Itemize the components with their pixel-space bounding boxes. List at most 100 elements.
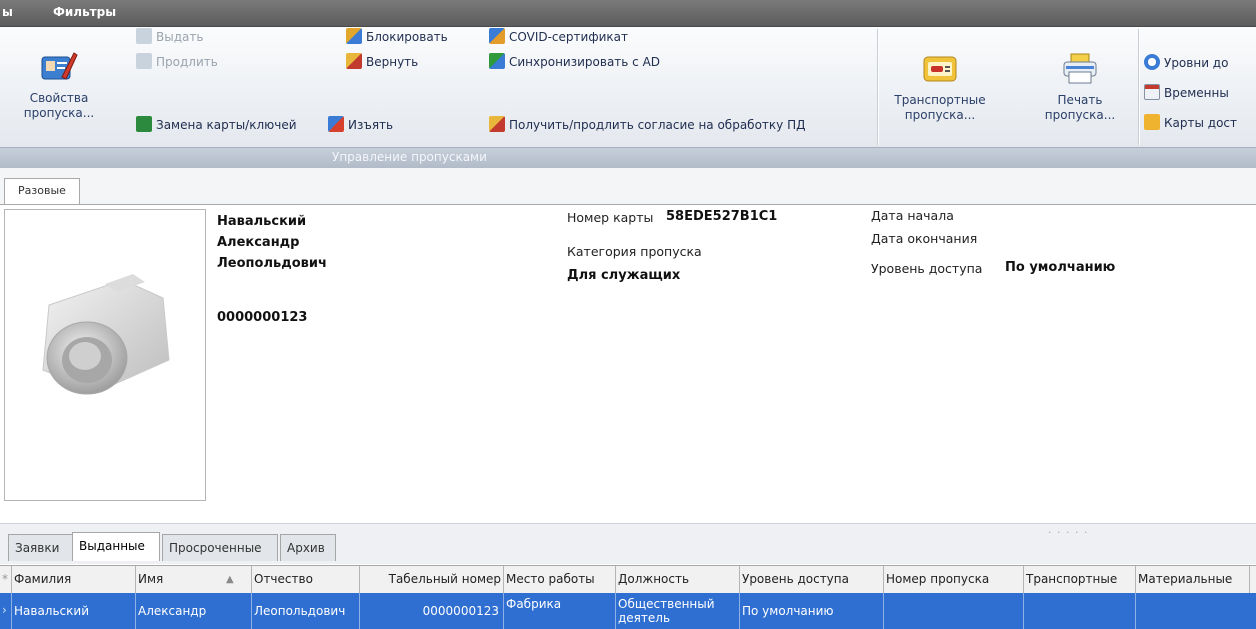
pass-type-tabs: Разовые	[0, 168, 1256, 205]
extend-button[interactable]: Продлить	[136, 52, 218, 72]
replace-card-button[interactable]: Замена карты/ключей	[136, 115, 297, 135]
tab-expired[interactable]: Просроченные	[162, 534, 278, 561]
menu-item-fragment[interactable]: ы	[2, 5, 13, 19]
extend-label: Продлить	[156, 55, 218, 69]
pass-properties-button[interactable]: Свойства пропуска...	[18, 49, 100, 121]
access-level-value: По умолчанию	[1005, 260, 1116, 275]
pass-category-label: Категория пропуска	[567, 244, 702, 259]
temporary-label: Временны	[1164, 86, 1229, 100]
start-date-label: Дата начала	[871, 208, 954, 223]
column-header-access-level[interactable]: Уровень доступа	[740, 566, 884, 593]
pass-category-value: Для служащих	[567, 268, 681, 283]
end-date-label: Дата окончания	[871, 231, 978, 246]
access-levels-button[interactable]: Уровни до	[1144, 53, 1228, 73]
ribbon-separator	[1138, 29, 1140, 145]
person-middle-name: Леопольдович	[217, 256, 327, 271]
cell-last-name[interactable]: Навальский	[12, 593, 136, 629]
new-row-marker-icon: *	[0, 566, 12, 593]
table-row[interactable]: › Навальский Александр Леопольдович 0000…	[0, 593, 1256, 629]
return-label: Вернуть	[366, 55, 419, 69]
block-icon	[346, 28, 362, 44]
consent-icon	[489, 116, 505, 132]
access-card-icon	[1144, 114, 1160, 130]
card-number-label: Номер карты	[567, 210, 654, 225]
menu-bar: ы Фильтры	[0, 0, 1256, 27]
cell-position[interactable]: Общественный деятель	[616, 593, 740, 629]
pass-properties-icon	[41, 52, 78, 80]
column-header-transport[interactable]: Транспортные	[1024, 566, 1136, 593]
access-levels-label: Уровни до	[1164, 56, 1229, 70]
table-header: * Фамилия Имя ▲ Отчество Табельный номер…	[0, 565, 1256, 594]
access-cards-button[interactable]: Карты дост	[1144, 113, 1237, 133]
records-tabs: · · · · · Заявки Выданные Просроченные А…	[0, 523, 1256, 564]
card-number-value: 58EDE527B1C1	[666, 209, 778, 224]
person-first-name: Александр	[217, 235, 300, 250]
column-header-label: Имя	[138, 572, 164, 586]
covid-certificate-button[interactable]: COVID-сертификат	[489, 27, 628, 47]
column-header-pass-number[interactable]: Номер пропуска	[884, 566, 1024, 593]
print-pass-button[interactable]: Печать пропуска...	[1038, 53, 1122, 123]
replace-card-label: Замена карты/ключей	[156, 118, 297, 132]
column-header-last-name[interactable]: Фамилия	[12, 566, 136, 593]
camera-icon	[42, 274, 170, 395]
person-last-name: Навальский	[217, 214, 307, 229]
covid-certificate-label: COVID-сертификат	[509, 30, 628, 44]
column-header-material[interactable]: Материальные	[1136, 566, 1250, 593]
consent-label: Получить/продлить согласие на обработку …	[509, 118, 806, 132]
return-button[interactable]: Вернуть	[346, 52, 418, 72]
tab-issued[interactable]: Выданные	[72, 532, 160, 561]
menu-item-filters[interactable]: Фильтры	[53, 5, 116, 19]
tab-one-time[interactable]: Разовые	[4, 178, 80, 204]
sync-ad-button[interactable]: Синхронизировать с AD	[489, 52, 660, 72]
tab-requests[interactable]: Заявки	[8, 534, 74, 561]
clock-icon	[1144, 54, 1160, 70]
column-header-middle-name[interactable]: Отчество	[252, 566, 360, 593]
transport-pass-icon	[923, 56, 957, 82]
transport-passes-button[interactable]: Транспортные пропуска...	[890, 53, 990, 123]
sort-ascending-icon: ▲	[226, 574, 234, 585]
seize-button[interactable]: Изъять	[328, 115, 393, 135]
tab-archive[interactable]: Архив	[280, 534, 336, 561]
covid-certificate-icon	[489, 28, 505, 44]
cell-first-name[interactable]: Александр	[136, 593, 252, 629]
seize-icon	[328, 116, 344, 132]
ribbon: Свойства пропуска... Выдать Продлить Зам…	[0, 27, 1256, 168]
replace-card-icon	[136, 116, 152, 132]
access-level-label: Уровень доступа	[871, 261, 983, 276]
cell-workplace[interactable]: Фабрика	[504, 593, 616, 629]
block-label: Блокировать	[366, 30, 448, 44]
transport-passes-label: Транспортные пропуска...	[894, 93, 986, 122]
cell-middle-name[interactable]: Леопольдович	[252, 593, 360, 629]
cell-access-level[interactable]: По умолчанию	[740, 593, 884, 629]
column-header-first-name[interactable]: Имя ▲	[136, 566, 252, 593]
person-number: 0000000123	[217, 310, 308, 325]
column-header-workplace[interactable]: Место работы	[504, 566, 616, 593]
seize-label: Изъять	[348, 118, 394, 132]
ribbon-separator	[877, 29, 879, 145]
row-pointer-icon: ›	[0, 593, 12, 629]
sync-icon	[489, 53, 505, 69]
column-header-position[interactable]: Должность	[616, 566, 740, 593]
consent-button[interactable]: Получить/продлить согласие на обработку …	[489, 115, 805, 135]
column-header-employee-number[interactable]: Табельный номер	[360, 566, 504, 593]
return-icon	[346, 53, 362, 69]
print-pass-label: Печать пропуска...	[1044, 93, 1116, 122]
cell-pass-number[interactable]	[884, 593, 1024, 629]
ribbon-group-label: Управление пропусками	[0, 147, 1256, 168]
issue-label: Выдать	[156, 30, 204, 44]
splitter-grip[interactable]: · · · · ·	[1048, 526, 1088, 539]
ribbon-group-title: Управление пропусками	[332, 150, 487, 164]
sync-ad-label: Синхронизировать с AD	[509, 55, 661, 69]
cell-employee-number[interactable]: 0000000123	[360, 593, 504, 629]
temporary-button[interactable]: Временны	[1144, 83, 1229, 103]
issue-icon	[136, 28, 152, 44]
issue-button[interactable]: Выдать	[136, 27, 203, 47]
pass-properties-label: Свойства пропуска...	[23, 91, 95, 120]
printer-icon	[1063, 53, 1097, 84]
block-button[interactable]: Блокировать	[346, 27, 448, 47]
calendar-icon	[1144, 84, 1160, 100]
photo-frame	[4, 209, 206, 501]
cell-material[interactable]	[1136, 593, 1256, 629]
cell-transport[interactable]	[1024, 593, 1136, 629]
extend-icon	[136, 53, 152, 69]
